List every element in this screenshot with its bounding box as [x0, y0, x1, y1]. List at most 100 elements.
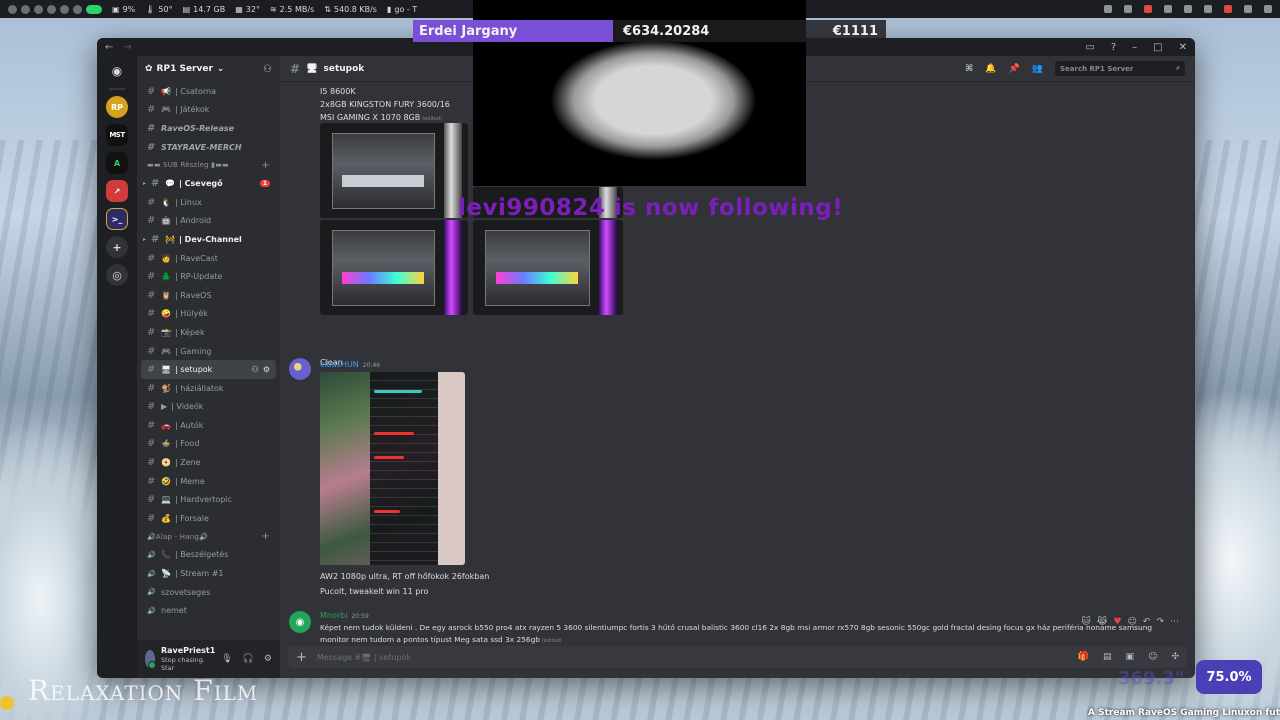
- add-channel-icon[interactable]: +: [261, 531, 270, 542]
- server-header[interactable]: ✿ RP1 Server ⌄ ⚇: [137, 56, 280, 82]
- pin-icon[interactable]: 📌: [1009, 64, 1020, 74]
- workspace-indicators[interactable]: [8, 4, 102, 14]
- threads-icon[interactable]: ⌘: [965, 64, 973, 74]
- members-icon[interactable]: 👥: [1032, 64, 1043, 74]
- dock-arrow-icon[interactable]: [0, 696, 14, 710]
- server-av-icon[interactable]: A: [106, 152, 128, 174]
- message-composer[interactable]: + Message #🖥 | setupok 🎁 ▤ ▣ ☺ ✣: [288, 646, 1187, 668]
- sidebar-item-channel[interactable]: ▸ # 🚧 | Dev-Channel: [141, 230, 276, 249]
- add-reaction-icon[interactable]: ☺: [1128, 617, 1137, 627]
- avatar[interactable]: [145, 650, 156, 669]
- attached-image[interactable]: [320, 220, 468, 315]
- sidebar-item-voice[interactable]: 🔊 nemet: [141, 601, 276, 620]
- sidebar-item-voice[interactable]: 🔊 szovetseges: [141, 583, 276, 602]
- apps-icon[interactable]: ✣: [1171, 652, 1179, 662]
- avatar[interactable]: ◉: [289, 611, 311, 633]
- server-red-icon[interactable]: ↗: [106, 180, 128, 202]
- channel-category[interactable]: 🔊Alap - Hang🔊 +: [141, 528, 276, 546]
- inbox-icon[interactable]: ▭: [1085, 42, 1094, 53]
- message-author[interactable]: Mnorbi: [320, 611, 347, 620]
- settings-gear-icon[interactable]: ⚙: [264, 654, 272, 664]
- sidebar-item-channel[interactable]: # 💰 | Forsale: [141, 509, 276, 528]
- server-rp1-icon[interactable]: RP: [106, 96, 128, 118]
- forward-icon[interactable]: ↷: [1156, 617, 1164, 627]
- discord-home-icon[interactable]: ◉: [106, 60, 128, 82]
- workspace-dot[interactable]: [60, 4, 69, 14]
- sidebar-item-voice[interactable]: 🔊 📡 | Stream #1: [141, 564, 276, 583]
- tray-icon[interactable]: [1164, 5, 1172, 13]
- sidebar-item-channel[interactable]: # 🚗 | Autók: [141, 416, 276, 435]
- sidebar-item-channel[interactable]: # 🍲 | Food: [141, 435, 276, 454]
- attach-plus-icon[interactable]: +: [296, 650, 307, 665]
- message-author[interactable]: cibusHUN: [320, 360, 359, 369]
- sidebar-item-channel[interactable]: # 💻 | Hardvertopic: [141, 490, 276, 509]
- gif-icon[interactable]: ▤: [1103, 652, 1112, 662]
- sidebar-item-channel[interactable]: # 🧑 | RaveCast: [141, 249, 276, 268]
- channel-category[interactable]: ▬▬ SUB Részleg ▮▬▬ +: [141, 156, 276, 174]
- attached-image[interactable]: [473, 220, 623, 315]
- sidebar-item-channel[interactable]: # 🖥 | setupok ⚇ ⚙: [141, 360, 276, 379]
- sidebar-item-channel[interactable]: # 🤣 | Meme: [141, 472, 276, 491]
- tray-icon[interactable]: [1204, 5, 1212, 13]
- explore-servers-icon[interactable]: ◎: [106, 264, 128, 286]
- invite-icon[interactable]: ⚇: [252, 365, 259, 374]
- tray-icon[interactable]: [1144, 5, 1152, 13]
- gift-icon[interactable]: 🎁: [1078, 652, 1089, 662]
- workspace-dot[interactable]: [21, 4, 30, 14]
- headphones-icon[interactable]: 🎧: [243, 654, 254, 664]
- workspace-dot[interactable]: [34, 4, 43, 14]
- more-options-icon[interactable]: ⋯: [1170, 617, 1179, 627]
- attached-image[interactable]: [320, 372, 465, 565]
- add-server-icon[interactable]: +: [106, 236, 128, 258]
- taskbar-item[interactable]: ▮ go - T: [387, 5, 417, 14]
- workspace-dot-active[interactable]: [86, 4, 102, 14]
- server-terminal-icon[interactable]: >_: [106, 208, 128, 230]
- sidebar-item-channel[interactable]: # 🦉 | RaveOS: [141, 286, 276, 305]
- sidebar-item-channel[interactable]: # 🤖 | Android: [141, 212, 276, 231]
- invite-people-icon[interactable]: ⚇: [263, 64, 272, 75]
- bell-icon[interactable]: 🔔: [985, 64, 996, 74]
- avatar[interactable]: [289, 358, 311, 380]
- tray-icon[interactable]: [1224, 5, 1232, 13]
- sidebar-item-channel[interactable]: # 📢 | Csatorna: [141, 82, 276, 101]
- add-channel-icon[interactable]: +: [261, 160, 270, 171]
- sticker-icon[interactable]: ▣: [1126, 652, 1135, 662]
- sidebar-item-channel[interactable]: # 📸 | Képek: [141, 323, 276, 342]
- workspace-dot[interactable]: [8, 4, 17, 14]
- workspace-dot[interactable]: [47, 4, 56, 14]
- forward-arrow-icon[interactable]: →: [123, 42, 131, 53]
- expand-arrow-icon[interactable]: ▸: [143, 180, 147, 187]
- search-input[interactable]: Search RP1 Server ⌕: [1055, 61, 1185, 76]
- tray-icon[interactable]: [1264, 5, 1272, 13]
- heart-icon[interactable]: ♥: [1113, 617, 1121, 627]
- sidebar-item-voice[interactable]: 🔊 📞 | Beszélgetés: [141, 546, 276, 565]
- tray-icon[interactable]: [1124, 5, 1132, 13]
- maximize-icon[interactable]: □: [1153, 42, 1162, 53]
- minimize-icon[interactable]: –: [1132, 42, 1137, 53]
- channel-settings-icon[interactable]: ⚙: [263, 365, 270, 374]
- sidebar-item-channel[interactable]: # 🐧 | Linux: [141, 193, 276, 212]
- sidebar-item-channel[interactable]: # ▶ | Videók: [141, 398, 276, 417]
- tray-icon[interactable]: [1184, 5, 1192, 13]
- tray-icon[interactable]: [1244, 5, 1252, 13]
- sidebar-item-channel[interactable]: # 🌲 | RP-Update: [141, 267, 276, 286]
- reply-icon[interactable]: ↶: [1143, 617, 1151, 627]
- back-arrow-icon[interactable]: ←: [105, 42, 113, 53]
- sidebar-item-channel[interactable]: ▸ # 💬 | Csevegő 1: [141, 174, 276, 193]
- sidebar-item-channel[interactable]: # 🐒 | háziállatok: [141, 379, 276, 398]
- sidebar-item-channel[interactable]: # STAYRAVE-MERCH: [141, 138, 276, 157]
- tray-icon[interactable]: [1104, 5, 1112, 13]
- emoji-icon[interactable]: ☺: [1148, 652, 1157, 662]
- sidebar-item-channel[interactable]: # 🎮 | Gaming: [141, 342, 276, 361]
- server-mst-icon[interactable]: MST: [106, 124, 128, 146]
- sidebar-item-channel[interactable]: # 🤪 | Hülyék: [141, 305, 276, 324]
- close-icon[interactable]: ✕: [1179, 42, 1187, 53]
- attached-image[interactable]: [320, 123, 468, 218]
- sidebar-item-channel[interactable]: # 📀 | Zene: [141, 453, 276, 472]
- sidebar-item-channel[interactable]: # 🎮 | Játékok: [141, 101, 276, 120]
- microphone-icon[interactable]: 🎙: [221, 654, 232, 664]
- help-icon[interactable]: ?: [1111, 42, 1116, 53]
- user-info[interactable]: RavePriest1 Stop chasing. Star: [161, 646, 215, 672]
- workspace-dot[interactable]: [73, 4, 82, 14]
- expand-arrow-icon[interactable]: ▸: [143, 236, 147, 243]
